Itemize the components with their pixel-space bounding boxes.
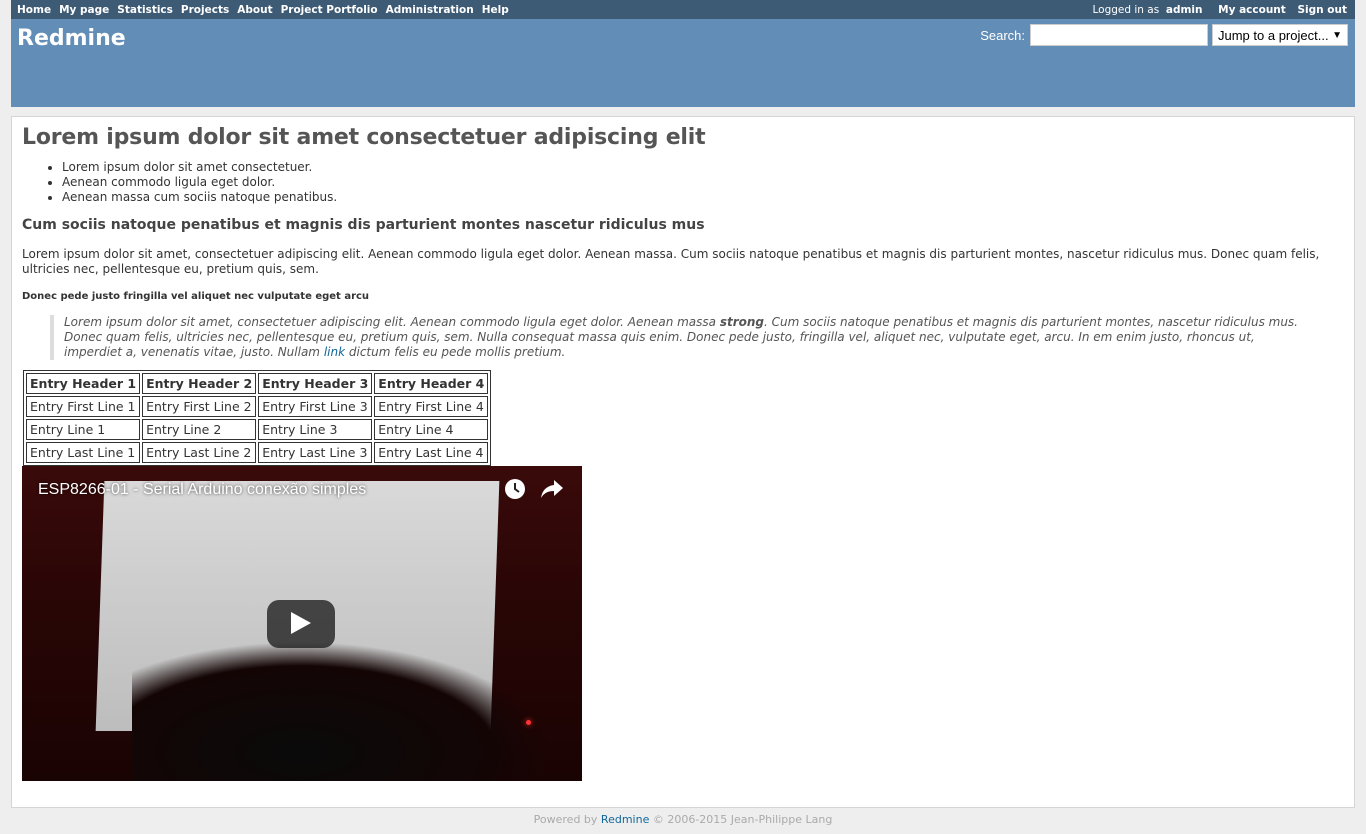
table-cell: Entry Line 4 (374, 419, 489, 440)
menu-home[interactable]: Home (17, 4, 51, 16)
table-row: Entry First Line 1 Entry First Line 2 En… (26, 396, 489, 417)
list-item: Lorem ipsum dolor sit amet consectetuer. (62, 160, 1344, 175)
menu-projects[interactable]: Projects (181, 4, 229, 16)
main-content: Lorem ipsum dolor sit amet consectetuer … (11, 116, 1355, 808)
table-cell: Entry Line 3 (258, 419, 373, 440)
top-menu-right: Logged in as admin My account Sign out (1093, 4, 1348, 16)
table-cell: Entry First Line 4 (374, 396, 489, 417)
table-cell: Entry Line 2 (142, 419, 257, 440)
app-title: Redmine (17, 26, 126, 51)
bullet-list: Lorem ipsum dolor sit amet consectetuer.… (22, 160, 1344, 205)
quick-search: Search: Jump to a project... ▼ (980, 24, 1348, 46)
chevron-down-icon: ▼ (1332, 29, 1342, 41)
quote-link[interactable]: link (324, 345, 345, 359)
share-icon[interactable] (540, 479, 564, 502)
table-cell: Entry Last Line 3 (258, 442, 373, 463)
entries-table: Entry Header 1 Entry Header 2 Entry Head… (23, 370, 492, 466)
video-title[interactable]: ESP8266-01 - Serial Arduino conexão simp… (38, 481, 366, 499)
menu-my-page[interactable]: My page (59, 4, 109, 16)
top-menu-left: Home My page Statistics Projects About Projec… (17, 4, 517, 16)
menu-statistics[interactable]: Statistics (117, 4, 173, 16)
sign-out-link[interactable]: Sign out (1297, 4, 1347, 16)
table-row: Entry Line 1 Entry Line 2 Entry Line 3 E… (26, 419, 489, 440)
menu-help[interactable]: Help (482, 4, 509, 16)
page-wrapper: Home My page Statistics Projects About Projec… (11, 0, 1355, 826)
video-player[interactable]: ESP8266-01 - Serial Arduino conexão simp… (22, 466, 582, 781)
small-heading: Donec pede justo fringilla vel aliquet n… (22, 291, 370, 302)
footer-powered-by: Powered by (533, 813, 598, 826)
my-account-link[interactable]: My account (1218, 4, 1286, 16)
table-header: Entry Header 1 (26, 373, 141, 394)
top-menu: Home My page Statistics Projects About Projec… (11, 0, 1355, 19)
user-link[interactable]: admin (1166, 4, 1203, 16)
quote-text-1: Lorem ipsum dolor sit amet, consectetuer… (64, 315, 720, 329)
table-cell: Entry First Line 2 (142, 396, 257, 417)
footer: Powered by Redmine © 2006-2015 Jean-Phil… (11, 813, 1355, 826)
search-label: Search: (980, 27, 1025, 43)
clock-icon[interactable] (504, 478, 526, 503)
menu-about[interactable]: About (237, 4, 272, 16)
project-jump-label: Jump to a project... (1218, 27, 1329, 43)
video-thumbnail-led (526, 720, 531, 725)
table-cell: Entry Line 1 (26, 419, 141, 440)
table-cell: Entry First Line 1 (26, 396, 141, 417)
menu-project-portfolio[interactable]: Project Portfolio (281, 4, 378, 16)
play-button[interactable] (267, 600, 335, 648)
table-cell: Entry First Line 3 (258, 396, 373, 417)
footer-redmine-link[interactable]: Redmine (601, 813, 649, 826)
subheading: Cum sociis natoque penatibus et magnis d… (22, 217, 705, 233)
project-jump-select[interactable]: Jump to a project... ▼ (1212, 24, 1348, 46)
list-item: Aenean massa cum sociis natoque penatibu… (62, 190, 1344, 205)
search-input[interactable] (1030, 24, 1208, 46)
table-cell: Entry Last Line 1 (26, 442, 141, 463)
header: Redmine Search: Jump to a project... ▼ (11, 19, 1355, 107)
play-icon (291, 611, 311, 637)
quote-text-3: dictum felis eu pede mollis pretium. (345, 345, 566, 359)
page-title: Lorem ipsum dolor sit amet consectetuer … (22, 125, 706, 150)
table-row: Entry Last Line 1 Entry Last Line 2 Entr… (26, 442, 489, 463)
table-header: Entry Header 3 (258, 373, 373, 394)
table-header-row: Entry Header 1 Entry Header 2 Entry Head… (26, 373, 489, 394)
paragraph: Lorem ipsum dolor sit amet, consectetuer… (22, 247, 1320, 276)
table-header: Entry Header 2 (142, 373, 257, 394)
blockquote: Lorem ipsum dolor sit amet, consectetuer… (50, 315, 1344, 360)
table-header: Entry Header 4 (374, 373, 489, 394)
video-thumbnail-shadow (132, 641, 552, 781)
logged-in-label: Logged in as (1092, 3, 1160, 16)
list-item: Aenean commodo ligula eget dolor. (62, 175, 1344, 190)
table-cell: Entry Last Line 2 (142, 442, 257, 463)
quote-strong: strong (719, 315, 765, 329)
menu-administration[interactable]: Administration (386, 4, 474, 16)
footer-copyright: © 2006-2015 Jean-Philippe Lang (652, 813, 833, 826)
table-cell: Entry Last Line 4 (374, 442, 489, 463)
